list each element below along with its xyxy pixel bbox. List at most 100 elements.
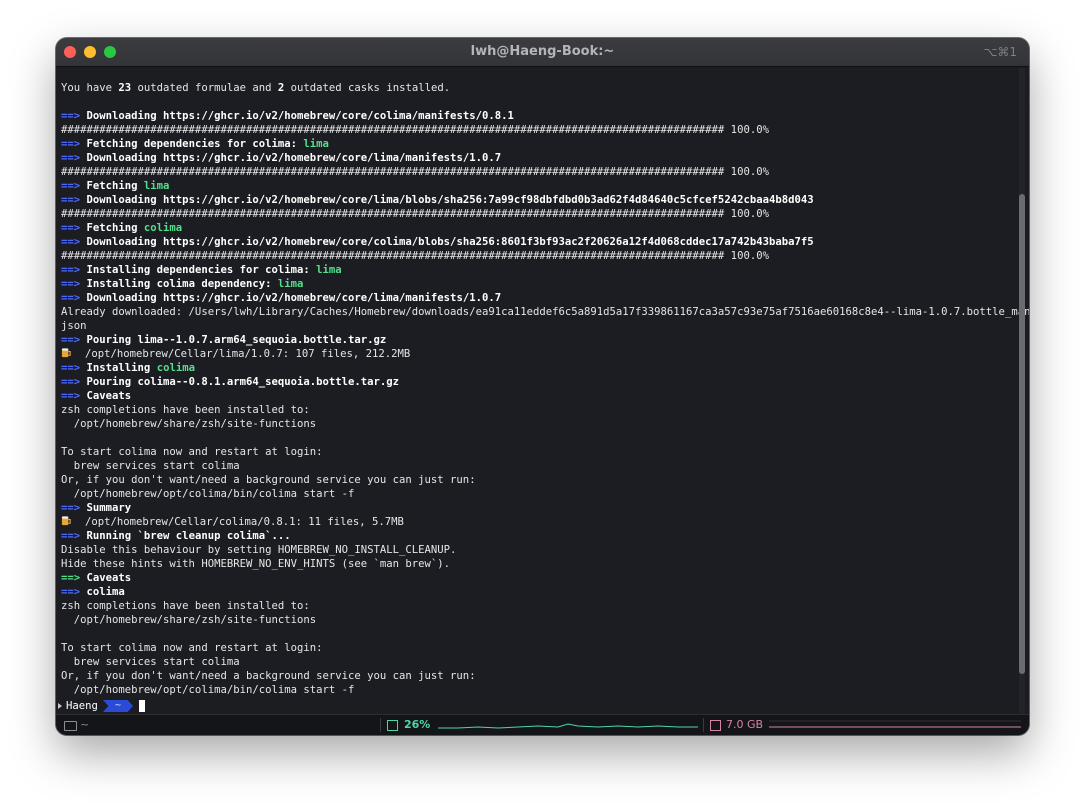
memory-icon: [710, 720, 721, 731]
terminal-output[interactable]: You have 23 outdated formulae and 2 outd…: [61, 81, 1029, 697]
terminal-text: Downloading https://ghcr.io/v2/homebrew/…: [86, 110, 514, 122]
terminal-text: /opt/homebrew/Cellar/colima/0.8.1: 11 fi…: [85, 516, 404, 528]
terminal-line: ==> Downloading https://ghcr.io/v2/homeb…: [61, 109, 1011, 123]
terminal-line: zsh completions have been installed to:: [61, 599, 1011, 613]
cpu-icon: [387, 720, 398, 731]
terminal-text: colima: [156, 362, 195, 374]
terminal-line: Hide these hints with HOMEBREW_NO_ENV_HI…: [61, 557, 1011, 571]
terminal-text: Downloading https://ghcr.io/v2/homebrew/…: [86, 292, 502, 304]
terminal-line: ==> colima: [61, 585, 1011, 599]
terminal-text: Downloading https://ghcr.io/v2/homebrew/…: [86, 194, 814, 206]
terminal-text: Or, if you don't want/need a background …: [61, 670, 476, 682]
terminal-text: /opt/homebrew/opt/colima/bin/colima star…: [61, 684, 355, 696]
status-divider: [380, 718, 381, 732]
terminal-text: To start colima now and restart at login…: [61, 642, 323, 654]
terminal-text: lima: [143, 180, 170, 192]
terminal-line: ==> Installing colima dependency: lima: [61, 277, 1011, 291]
terminal-text: Disable this behaviour by setting HOMEBR…: [61, 544, 457, 556]
terminal-text: Summary: [86, 502, 132, 514]
terminal-text: brew services start colima: [61, 656, 240, 668]
terminal-cursor: [139, 700, 145, 712]
terminal-text: To start colima now and restart at login…: [61, 446, 323, 458]
terminal-text: zsh completions have been installed to:: [61, 404, 310, 416]
terminal-line: json: [61, 319, 1011, 333]
scrollbar[interactable]: [1019, 68, 1025, 723]
terminal-line: ==> Downloading https://ghcr.io/v2/homeb…: [61, 235, 1011, 249]
terminal-line: ==> Caveats: [61, 389, 1011, 403]
arrow-marker: ==>: [61, 222, 87, 234]
terminal-text: Fetching dependencies for colima:: [86, 138, 304, 150]
prompt-line[interactable]: Haeng ~: [56, 699, 356, 713]
title-bar[interactable]: lwh@Haeng-Book:~ ⌥⌘1: [56, 38, 1029, 67]
arrow-marker: ==>: [61, 278, 87, 290]
beer-mug-icon: [61, 348, 71, 358]
terminal-line: zsh completions have been installed to:: [61, 403, 1011, 417]
terminal-text: colima: [143, 222, 183, 234]
terminal-text: Installing: [86, 362, 157, 374]
terminal-text: Pouring lima--1.0.7.arm64_sequoia.bottle…: [86, 334, 387, 346]
terminal-line: ==> Fetching lima: [61, 179, 1011, 193]
arrow-marker: ==>: [61, 362, 87, 374]
cpu-graph: [438, 723, 698, 729]
arrow-marker: ==>: [61, 194, 87, 206]
terminal-line: Already downloaded: /Users/lwh/Library/C…: [61, 305, 1029, 319]
status-bar: ~ 26% 7.0 GB: [56, 714, 1029, 735]
terminal-line: ==> Pouring colima--0.8.1.arm64_sequoia.…: [61, 375, 1011, 389]
terminal-text: /opt/homebrew/Cellar/lima/1.0.7: 107 fil…: [85, 348, 411, 360]
terminal-line: ########################################…: [61, 207, 1011, 221]
status-divider: [703, 718, 704, 732]
terminal-line: You have 23 outdated formulae and 2 outd…: [61, 81, 1011, 95]
terminal-text: brew services start colima: [61, 460, 240, 472]
arrow-marker: ==>: [61, 334, 87, 346]
terminal-line: ==> Fetching dependencies for colima: li…: [61, 137, 1011, 151]
arrow-marker: ==>: [61, 152, 87, 164]
folder-icon: [64, 721, 77, 731]
terminal-line: /opt/homebrew/Cellar/lima/1.0.7: 107 fil…: [61, 347, 1011, 361]
terminal-text: Caveats: [86, 390, 132, 402]
terminal-text: outdated formulae and: [131, 82, 278, 94]
terminal-line: ==> Downloading https://ghcr.io/v2/homeb…: [61, 193, 1011, 207]
terminal-text: Fetching: [86, 222, 144, 234]
terminal-text: colima: [86, 586, 125, 598]
memory-usage: 7.0 GB: [726, 718, 764, 731]
arrow-marker: ==>: [61, 376, 87, 388]
terminal-line: ==> Pouring lima--1.0.7.arm64_sequoia.bo…: [61, 333, 1011, 347]
terminal-text: Installing colima dependency:: [86, 278, 278, 290]
prompt-triangle-icon: [58, 703, 62, 709]
terminal-text: ########################################…: [61, 250, 769, 262]
terminal-text: lima: [277, 278, 304, 290]
terminal-text: Fetching: [86, 180, 144, 192]
arrow-marker: ==>: [61, 586, 87, 598]
terminal-line: ==> Downloading https://ghcr.io/v2/homeb…: [61, 291, 1011, 305]
arrow-marker: ==>: [61, 264, 87, 276]
terminal-line: ==> Caveats: [61, 571, 1011, 585]
terminal-text: Installing dependencies for colima:: [86, 264, 317, 276]
terminal-line: brew services start colima: [61, 459, 1011, 473]
terminal-line: Or, if you don't want/need a background …: [61, 669, 1011, 683]
terminal-text: 23: [118, 82, 132, 94]
terminal-line: ########################################…: [61, 249, 1011, 263]
terminal-line: ########################################…: [61, 123, 1011, 137]
terminal-line: Or, if you don't want/need a background …: [61, 473, 1011, 487]
terminal-text: Downloading https://ghcr.io/v2/homebrew/…: [86, 236, 814, 248]
terminal-line: Disable this behaviour by setting HOMEBR…: [61, 543, 1011, 557]
arrow-marker: ==>: [61, 236, 87, 248]
arrow-marker: ==>: [61, 292, 87, 304]
terminal-text: ########################################…: [61, 124, 769, 136]
memory-graph: [769, 720, 1021, 728]
terminal-line: ==> Installing colima: [61, 361, 1011, 375]
terminal-text: Hide these hints with HOMEBREW_NO_ENV_HI…: [61, 558, 451, 570]
terminal-line: ==> Fetching colima: [61, 221, 1011, 235]
scrollbar-thumb[interactable]: [1019, 194, 1025, 674]
terminal-line: /opt/homebrew/share/zsh/site-functions: [61, 417, 1011, 431]
status-path: ~: [80, 718, 90, 731]
arrow-marker: ==>: [61, 572, 87, 584]
window-title: lwh@Haeng-Book:~: [470, 44, 615, 59]
arrow-marker: ==>: [61, 390, 87, 402]
terminal-line: ==> Installing dependencies for colima: …: [61, 263, 1011, 277]
terminal-text: outdated casks installed.: [284, 82, 451, 94]
terminal-text: Downloading https://ghcr.io/v2/homebrew/…: [86, 152, 502, 164]
